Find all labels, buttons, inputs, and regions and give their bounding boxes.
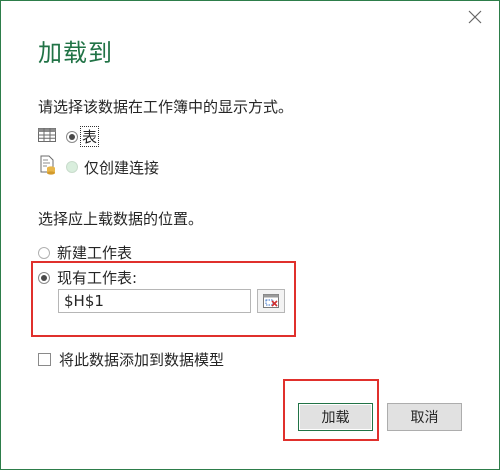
- load-to-dialog: 加载到 请选择该数据在工作簿中的显示方式。 表 仅创建连接 选择应上载数据的位置…: [0, 0, 500, 470]
- close-button[interactable]: [463, 5, 487, 29]
- connection-only-radio[interactable]: [66, 161, 78, 173]
- existing-worksheet-highlight: [31, 261, 296, 337]
- cancel-button[interactable]: 取消: [387, 403, 462, 431]
- new-worksheet-radio[interactable]: [38, 246, 50, 259]
- table-icon: [38, 127, 56, 146]
- table-radio[interactable]: [66, 130, 78, 143]
- close-icon: [468, 10, 482, 24]
- display-prompt: 请选择该数据在工作簿中的显示方式。: [38, 98, 294, 116]
- new-worksheet-label: 新建工作表: [57, 244, 133, 262]
- location-prompt: 选择应上载数据的位置。: [38, 210, 204, 228]
- data-model-label: 将此数据添加到数据模型: [59, 351, 225, 369]
- load-button[interactable]: 加载: [298, 403, 373, 431]
- connection-only-icon: [40, 155, 56, 179]
- data-model-checkbox[interactable]: [38, 353, 51, 366]
- data-model-row[interactable]: 将此数据添加到数据模型: [38, 349, 224, 370]
- option-new-worksheet-row[interactable]: 新建工作表: [38, 242, 132, 263]
- connection-only-label: 仅创建连接: [84, 158, 160, 177]
- option-table-row[interactable]: 表: [38, 126, 100, 147]
- dialog-title: 加载到: [38, 39, 113, 67]
- table-option-label: 表: [80, 126, 100, 147]
- option-connection-row[interactable]: 仅创建连接: [40, 155, 159, 179]
